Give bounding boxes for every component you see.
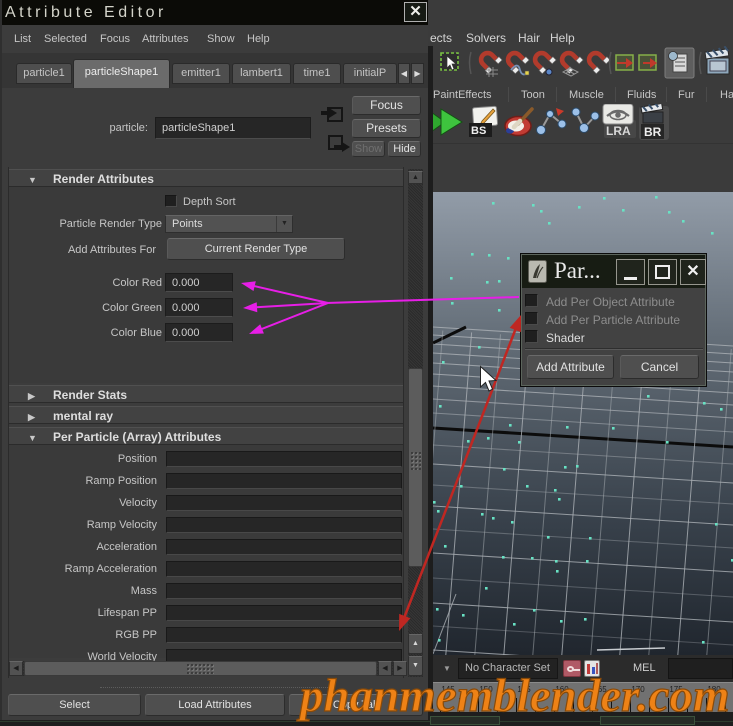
svg-text:BS: BS	[471, 125, 486, 137]
svg-text:BR: BR	[644, 125, 662, 139]
svg-text:LRA: LRA	[606, 124, 631, 138]
